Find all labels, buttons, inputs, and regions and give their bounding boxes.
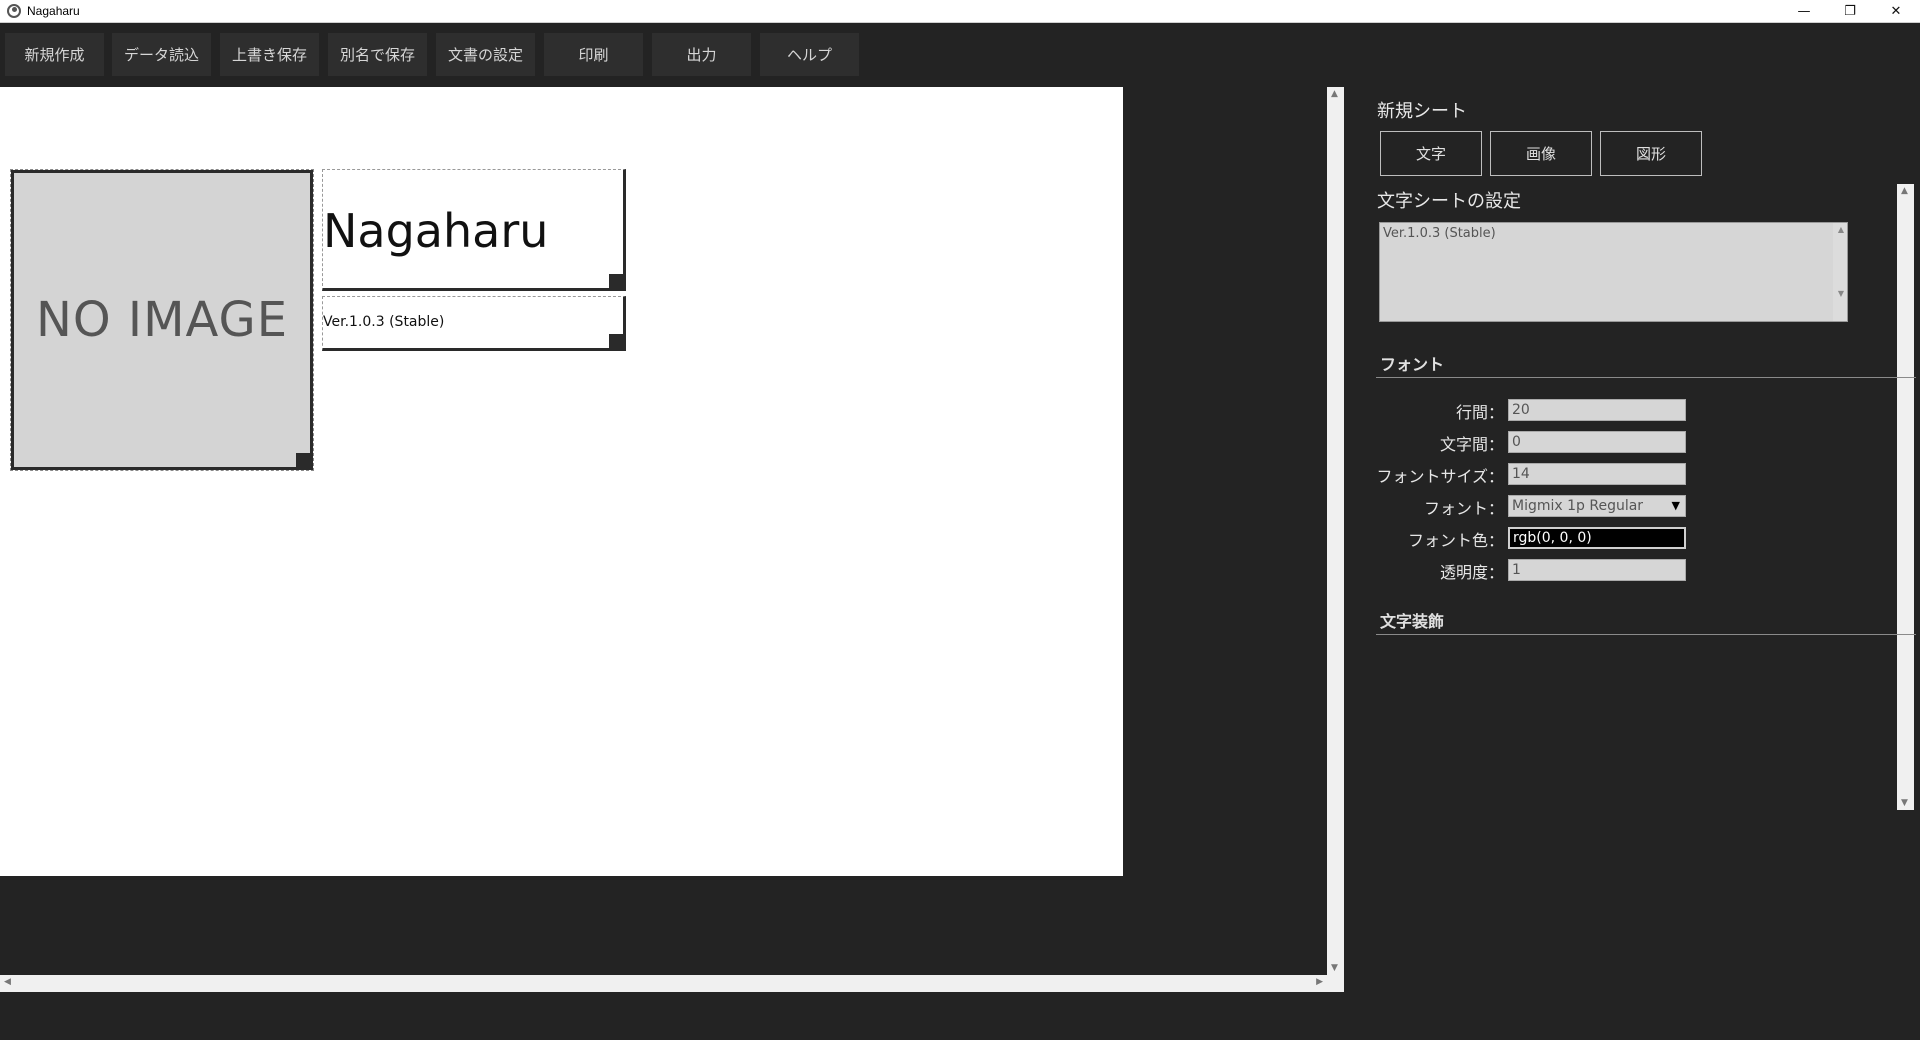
scroll-up-icon[interactable]: ▲ <box>1901 186 1908 196</box>
new-sheet-title: 新規シート <box>1377 101 1467 122</box>
image-sheet[interactable]: NO IMAGE <box>10 169 314 471</box>
chevron-down-icon: ▼ <box>1671 499 1680 512</box>
scroll-down-icon[interactable]: ▼ <box>1331 963 1338 973</box>
scroll-down-icon[interactable]: ▼ <box>1901 798 1908 808</box>
letter-spacing-label: 文字間： <box>1439 435 1504 454</box>
scroll-right-icon[interactable]: ▶ <box>1316 977 1323 987</box>
minimize-button[interactable]: — <box>1781 0 1827 22</box>
scroll-up-icon[interactable]: ▲ <box>1838 225 1844 234</box>
main-toolbar: 新規作成 データ読込 上書き保存 別名で保存 文書の設定 印刷 出力 ヘルプ <box>0 23 1920 87</box>
scroll-up-icon[interactable]: ▲ <box>1331 89 1338 99</box>
scroll-left-icon[interactable]: ◀ <box>4 977 11 987</box>
canvas-vertical-scrollbar[interactable]: ▲ ▼ <box>1327 87 1344 975</box>
font-select[interactable]: Migmix 1p Regular ▼ <box>1508 495 1686 517</box>
load-data-button[interactable]: データ読込 <box>112 33 211 76</box>
font-label: フォント： <box>1423 499 1504 518</box>
overwrite-save-button[interactable]: 上書き保存 <box>220 33 319 76</box>
resize-handle-icon[interactable] <box>609 274 623 288</box>
text-sheet-settings-title: 文字シートの設定 <box>1377 191 1521 212</box>
help-button[interactable]: ヘルプ <box>760 33 859 76</box>
text-sheet-version-text: Ver.1.0.3 (Stable) <box>323 314 445 330</box>
new-document-button[interactable]: 新規作成 <box>5 33 104 76</box>
text-sheet-title-text: Nagaharu <box>323 204 549 258</box>
print-button[interactable]: 印刷 <box>544 33 643 76</box>
line-spacing-input[interactable]: 20 <box>1508 399 1686 421</box>
canvas-area: NO IMAGE Nagaharu Ver.1.0.3 (Stable) <box>0 87 1327 975</box>
window-titlebar: Nagaharu — ❐ ✕ <box>0 0 1920 23</box>
panel-scrollbar[interactable]: ▲ ▼ <box>1897 184 1914 810</box>
letter-spacing-input[interactable]: 0 <box>1508 431 1686 453</box>
document-settings-button[interactable]: 文書の設定 <box>436 33 535 76</box>
font-size-label: フォントサイズ： <box>1376 467 1504 486</box>
save-as-button[interactable]: 別名で保存 <box>328 33 427 76</box>
restore-button[interactable]: ❐ <box>1827 0 1873 22</box>
font-select-value: Migmix 1p Regular <box>1512 498 1644 514</box>
font-size-input[interactable]: 14 <box>1508 463 1686 485</box>
font-color-label: フォント色： <box>1407 531 1504 550</box>
text-content-value: Ver.1.0.3 (Stable) <box>1383 226 1496 241</box>
opacity-label: 透明度： <box>1439 563 1504 582</box>
font-color-input[interactable]: rgb(0, 0, 0) <box>1508 527 1686 549</box>
window-title: Nagaharu <box>27 4 80 18</box>
text-content-textarea[interactable]: Ver.1.0.3 (Stable) ▲ ▼ <box>1379 222 1848 322</box>
canvas-horizontal-scrollbar[interactable]: ◀ ▶ <box>0 975 1327 992</box>
text-decoration-group-divider <box>1376 634 1916 635</box>
scroll-corner <box>1327 975 1344 992</box>
text-sheet-title[interactable]: Nagaharu <box>322 169 626 291</box>
new-text-sheet-button[interactable]: 文字 <box>1380 131 1482 176</box>
app-icon <box>7 4 21 18</box>
new-shape-sheet-button[interactable]: 図形 <box>1600 131 1702 176</box>
scroll-down-icon[interactable]: ▼ <box>1838 289 1844 298</box>
no-image-placeholder: NO IMAGE <box>35 292 289 348</box>
new-image-sheet-button[interactable]: 画像 <box>1490 131 1592 176</box>
line-spacing-label: 行間： <box>1455 403 1504 422</box>
properties-panel: 新規シート 文字 画像 図形 ▲ ▼ 文字シートの設定 Ver.1.0.3 (S… <box>1344 87 1920 1040</box>
resize-handle-icon[interactable] <box>296 453 310 467</box>
text-sheet-version[interactable]: Ver.1.0.3 (Stable) <box>322 296 626 351</box>
textarea-scrollbar[interactable] <box>1833 223 1847 321</box>
export-button[interactable]: 出力 <box>652 33 751 76</box>
close-button[interactable]: ✕ <box>1873 0 1919 22</box>
opacity-input[interactable]: 1 <box>1508 559 1686 581</box>
text-decoration-group-title: 文字装飾 <box>1380 612 1445 631</box>
resize-handle-icon[interactable] <box>609 334 623 348</box>
document-page[interactable]: NO IMAGE Nagaharu Ver.1.0.3 (Stable) <box>0 87 1123 876</box>
font-group-divider <box>1376 377 1916 378</box>
font-group-title: フォント <box>1380 355 1445 374</box>
